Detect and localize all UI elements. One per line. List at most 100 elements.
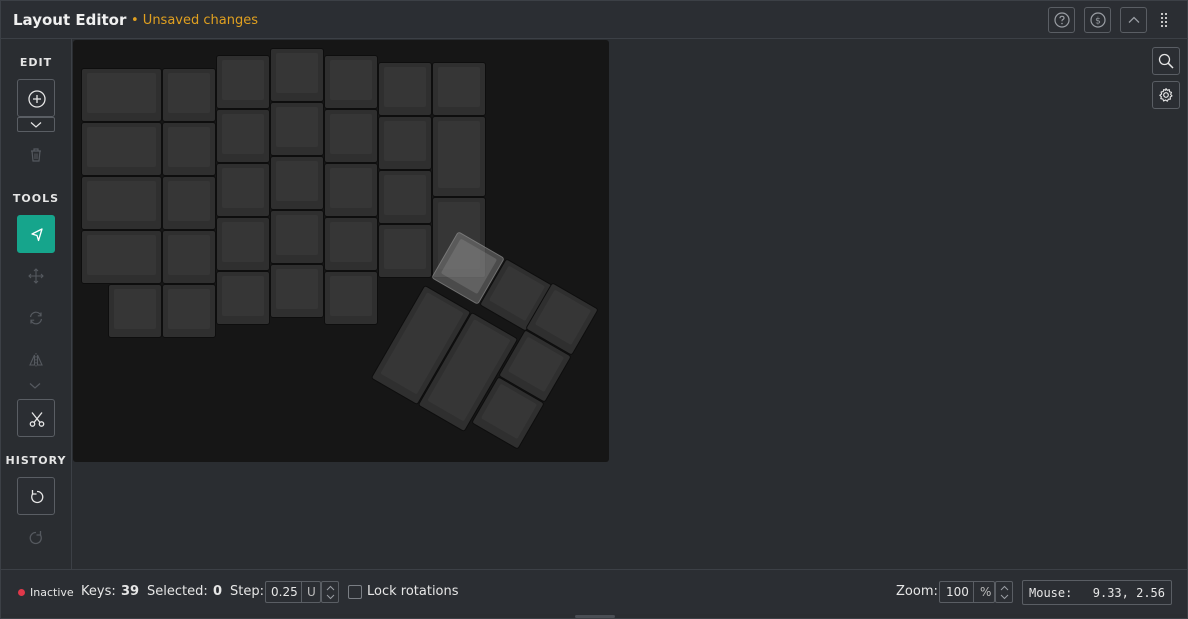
add-key-dropdown[interactable] — [17, 117, 55, 132]
key[interactable] — [324, 271, 378, 325]
lock-rotations-checkbox[interactable] — [348, 585, 362, 599]
key[interactable] — [162, 68, 216, 122]
delete-button[interactable] — [17, 136, 55, 174]
lock-rotations-label: Lock rotations — [367, 584, 459, 599]
layout-canvas[interactable] — [73, 40, 609, 462]
key[interactable] — [216, 163, 270, 217]
zoom-unit: % — [980, 585, 992, 599]
mirror-icon — [29, 353, 43, 367]
key[interactable] — [432, 62, 486, 116]
key[interactable] — [270, 156, 324, 210]
trash-icon — [31, 148, 41, 162]
search-icon — [1158, 53, 1174, 69]
help-icon — [1054, 12, 1070, 28]
move-icon — [28, 268, 44, 284]
move-tool-button[interactable] — [17, 257, 55, 295]
cut-tool-icon — [29, 412, 45, 427]
page-title: Layout Editor — [13, 11, 127, 29]
search-button[interactable] — [1152, 47, 1180, 75]
key[interactable] — [81, 230, 162, 284]
add-key-icon — [28, 90, 46, 108]
chevron-down-icon — [1000, 594, 1009, 600]
key[interactable] — [216, 109, 270, 163]
chevron-down-icon — [29, 383, 41, 389]
status-state: Inactive — [30, 586, 74, 599]
key[interactable] — [324, 109, 378, 163]
cut-tool-button[interactable] — [17, 399, 55, 437]
coin-button[interactable]: $ — [1084, 7, 1111, 33]
mouse-label: Mouse: — [1029, 586, 1073, 600]
chevron-down-icon — [326, 594, 335, 600]
mouse-value: 9.33, 2.56 — [1092, 586, 1165, 600]
chevron-down-icon — [30, 122, 42, 128]
key[interactable] — [162, 176, 216, 230]
key[interactable] — [324, 55, 378, 109]
key[interactable] — [216, 217, 270, 271]
mouse-position-readout: Mouse: 9.33, 2.56 — [1022, 580, 1172, 605]
redo-button[interactable] — [17, 519, 55, 557]
redo-icon — [29, 531, 42, 545]
gear-icon — [1159, 87, 1173, 102]
chevron-up-icon — [1000, 585, 1009, 591]
selected-count: 0 — [213, 584, 223, 599]
chevron-up-icon — [1128, 16, 1140, 23]
rotate-icon — [29, 311, 43, 325]
status-dot — [18, 589, 25, 596]
add-key-button[interactable] — [17, 79, 55, 117]
drag-handle-icon[interactable] — [1159, 11, 1169, 29]
left-toolbar: EDIT TOOLS HISTORY — [1, 39, 72, 569]
key[interactable] — [81, 122, 162, 176]
key[interactable] — [81, 176, 162, 230]
settings-button[interactable] — [1152, 81, 1180, 109]
key[interactable] — [378, 224, 432, 278]
key[interactable] — [378, 116, 432, 170]
key[interactable] — [270, 102, 324, 156]
mirror-dropdown[interactable] — [17, 379, 55, 394]
keys-count: 39 — [121, 584, 140, 599]
chevron-up-icon — [326, 585, 335, 591]
coin-icon: $ — [1090, 12, 1106, 28]
step-unit: U — [307, 585, 316, 599]
rotate-tool-button[interactable] — [17, 299, 55, 337]
layout-editor-window: Layout Editor • Unsaved changes $ EDIT T… — [0, 0, 1188, 619]
mirror-tool-button[interactable] — [17, 341, 55, 379]
selected-label: Selected: — [147, 584, 208, 599]
unsaved-changes-indicator: • Unsaved changes — [131, 13, 258, 28]
edit-section-label: EDIT — [19, 56, 53, 69]
step-stepper[interactable] — [321, 581, 339, 603]
select-tool-button[interactable] — [17, 215, 55, 253]
undo-icon — [31, 490, 44, 504]
collapse-button[interactable] — [1120, 7, 1147, 33]
step-label: Step: — [230, 584, 264, 599]
key[interactable] — [81, 68, 162, 122]
key[interactable] — [162, 230, 216, 284]
key[interactable] — [216, 271, 270, 325]
zoom-stepper[interactable] — [995, 581, 1013, 603]
status-bar: Inactive Keys: 39 Selected: 0 Step: 0.25… — [1, 569, 1187, 614]
key[interactable] — [270, 264, 324, 318]
key[interactable] — [216, 55, 270, 109]
undo-button[interactable] — [17, 477, 55, 515]
history-section-label: HISTORY — [5, 454, 67, 467]
keys-label: Keys: — [81, 584, 116, 599]
key[interactable] — [108, 284, 162, 338]
svg-text:$: $ — [1095, 17, 1101, 27]
key[interactable] — [324, 217, 378, 271]
header-bar: Layout Editor • Unsaved changes $ — [1, 1, 1187, 39]
tools-section-label: TOOLS — [12, 192, 60, 205]
zoom-input[interactable]: 100 % — [939, 581, 995, 603]
key[interactable] — [270, 210, 324, 264]
resize-grip[interactable] — [575, 615, 615, 618]
zoom-value: 100 — [946, 585, 969, 599]
step-value: 0.25 — [271, 585, 298, 599]
key[interactable] — [270, 48, 324, 102]
key[interactable] — [324, 163, 378, 217]
key[interactable] — [162, 284, 216, 338]
key[interactable] — [378, 170, 432, 224]
select-pointer-icon — [31, 228, 43, 242]
key[interactable] — [432, 116, 486, 197]
key[interactable] — [378, 62, 432, 116]
step-input[interactable]: 0.25 U — [265, 581, 321, 603]
help-button[interactable] — [1048, 7, 1075, 33]
key[interactable] — [162, 122, 216, 176]
